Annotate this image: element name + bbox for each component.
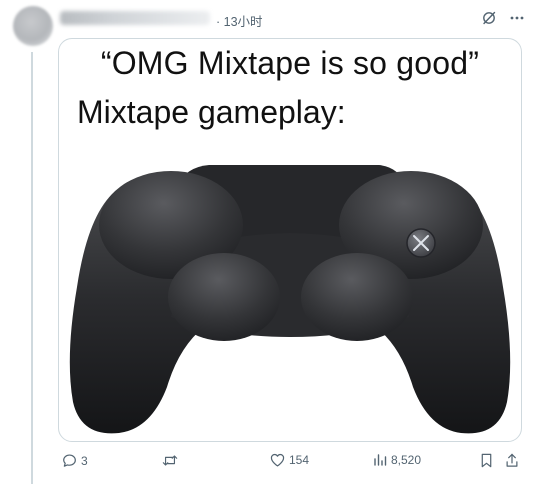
author-name-blurred[interactable] <box>60 11 210 25</box>
thread-line <box>31 52 33 484</box>
retweet-button[interactable] <box>162 453 182 468</box>
meme-text-line2: Mixtape gameplay: <box>77 94 346 130</box>
views-count: 8,520 <box>391 453 422 467</box>
like-button[interactable]: 154 <box>270 453 309 467</box>
left-stick-lobe <box>168 253 280 341</box>
like-count: 154 <box>289 453 310 467</box>
post-timestamp[interactable]: · 13小时 <box>216 11 263 30</box>
action-bar: 3 154 8,520 <box>58 446 528 476</box>
share-button[interactable] <box>505 453 519 468</box>
views-button[interactable]: 8,520 <box>373 453 421 467</box>
share-icon <box>506 453 518 467</box>
reply-icon <box>63 454 76 467</box>
bookmark-button[interactable] <box>480 453 493 468</box>
retweet-icon <box>162 455 178 466</box>
tweet-post[interactable]: · 13小时 “OMG Mixtape is so good” Mixtape … <box>0 0 548 484</box>
media-card[interactable]: “OMG Mixtape is so good” Mixtape gamepla… <box>58 38 522 442</box>
reply-button[interactable]: 3 <box>62 453 88 468</box>
bookmark-icon <box>481 453 492 468</box>
like-icon <box>270 453 285 467</box>
header-actions <box>480 9 526 27</box>
views-icon <box>374 454 387 466</box>
meme-text-line1: “OMG Mixtape is so good” <box>100 45 480 81</box>
more-icon[interactable] <box>508 9 526 27</box>
grok-icon[interactable] <box>480 9 498 27</box>
right-stick-lobe <box>301 253 413 341</box>
reply-count: 3 <box>81 453 88 468</box>
avatar[interactable] <box>13 6 53 46</box>
game-controller-image <box>69 165 511 434</box>
